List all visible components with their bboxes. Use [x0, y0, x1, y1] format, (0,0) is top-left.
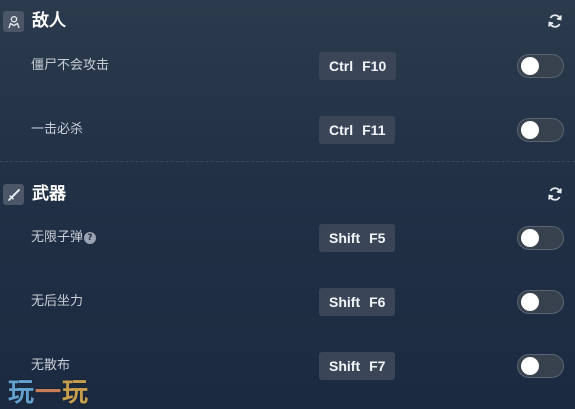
section-title: 武器 — [32, 184, 66, 204]
cheat-row: 一击必杀 Ctrl F11 — [0, 113, 575, 147]
hotkey-modifier: Shift — [329, 358, 361, 374]
help-icon[interactable]: ? — [84, 231, 97, 244]
toggle-knob — [521, 229, 539, 247]
cheat-label: 一击必杀 — [31, 122, 84, 137]
reset-icon[interactable] — [546, 12, 564, 30]
section-weapons-header: 武器 — [0, 183, 575, 209]
hotkey-key: F7 — [369, 358, 386, 374]
cheat-toggle[interactable] — [517, 226, 564, 250]
hotkey-button[interactable]: Shift F7 — [319, 352, 396, 380]
hotkey-button[interactable]: Shift F6 — [319, 288, 396, 316]
hotkey-modifier: Ctrl — [329, 122, 354, 138]
hotkey-key: F5 — [369, 230, 386, 246]
cheat-row: 僵尸不会攻击 Ctrl F10 — [0, 49, 575, 83]
reset-icon[interactable] — [546, 185, 564, 203]
toggle-knob — [521, 121, 539, 139]
hotkey-key: F11 — [362, 122, 386, 138]
hotkey-button[interactable]: Shift F5 — [319, 224, 396, 252]
cheat-label: 僵尸不会攻击 — [31, 58, 110, 73]
cheat-label: 无后坐力 — [31, 294, 84, 309]
cheat-row: 无后坐力 Shift F6 — [0, 285, 575, 319]
toggle-knob — [521, 293, 539, 311]
hotkey-modifier: Shift — [329, 230, 361, 246]
watermark-char: 玩 — [62, 378, 90, 408]
person-icon — [3, 11, 24, 32]
hotkey-key: F6 — [369, 294, 386, 310]
watermark-char: 一 — [35, 378, 63, 408]
hotkey-modifier: Shift — [329, 294, 361, 310]
toggle-knob — [521, 57, 539, 75]
cheat-toggle[interactable] — [517, 54, 564, 78]
hotkey-key: F10 — [362, 58, 387, 74]
hotkey-modifier: Ctrl — [329, 58, 354, 74]
cheat-row: 无限子弹? Shift F5 — [0, 221, 575, 255]
cheat-toggle[interactable] — [517, 118, 564, 142]
section-title: 敌人 — [32, 11, 66, 31]
site-watermark: 玩一玩 — [8, 372, 89, 409]
section-enemy-header: 敌人 — [0, 10, 575, 36]
cheat-toggle[interactable] — [517, 290, 564, 314]
hotkey-button[interactable]: Ctrl F11 — [319, 116, 396, 144]
sword-icon — [3, 184, 24, 205]
cheat-label-text: 无限子弹 — [31, 230, 84, 245]
cheat-toggle[interactable] — [517, 354, 564, 378]
toggle-knob — [521, 357, 539, 375]
hotkey-button[interactable]: Ctrl F10 — [319, 52, 397, 80]
section-divider — [0, 161, 575, 162]
cheat-label: 无限子弹? — [31, 221, 97, 255]
watermark-char: 玩 — [8, 378, 36, 408]
